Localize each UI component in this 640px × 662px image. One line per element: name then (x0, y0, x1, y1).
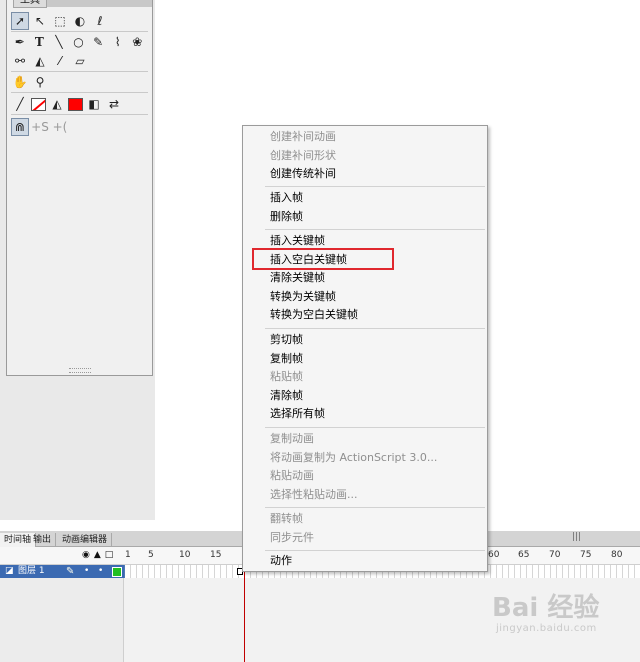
pencil-tool-icon[interactable]: ✎ (89, 33, 107, 51)
ruler-number: 75 (580, 550, 592, 560)
tool-row-options: ⋒ +S +( (11, 117, 148, 137)
menu-item-paste-frames: 粘贴帧 (270, 370, 303, 383)
visibility-dot[interactable]: • (84, 565, 89, 578)
menu-item-remove-frames[interactable]: 删除帧 (243, 208, 487, 227)
stroke-color-icon[interactable]: ╱ (11, 95, 29, 113)
swap-colors-icon[interactable]: ⇄ (105, 95, 123, 113)
menu-separator (265, 186, 485, 187)
bone-tool-icon[interactable]: ⚯ (11, 52, 29, 70)
pen-tool-icon[interactable]: ✒ (11, 33, 29, 51)
ruler-number: 5 (148, 550, 154, 560)
oval-tool-icon[interactable]: ○ (70, 33, 88, 51)
3d-rotation-tool-icon[interactable]: ◐ (71, 12, 89, 30)
frame-context-menu: 创建补间动画 创建补间形状 创建传统补间 插入帧 删除帧 插入关键帧 插入空白关… (242, 125, 488, 572)
baidu-jingyan-watermark: Bai 经验 jingyan.baidu.com (492, 593, 599, 634)
menu-separator (265, 507, 485, 508)
tool-row-selection: ➚ ↖ ⬚ ◐ ℓ (11, 11, 148, 32)
watermark-url: jingyan.baidu.com (496, 623, 597, 634)
menu-item-copy-frames[interactable]: 复制帧 (243, 350, 487, 369)
menu-item-create-classic-tween[interactable]: 创建传统补间 (243, 165, 487, 184)
layer-name[interactable]: 图层 1 (18, 565, 45, 578)
ruler-number: 10 (179, 550, 191, 560)
brush-tool-icon[interactable]: ⌇ (109, 33, 127, 51)
pencil-edit-icon: ✎ (66, 566, 75, 577)
menu-separator (265, 328, 485, 329)
menu-item-synchronize-symbols: 同步元件 (270, 530, 314, 544)
ruler-number: 80 (611, 550, 623, 560)
paint-bucket-tool-icon[interactable]: ◭ (31, 52, 49, 70)
fill-color-swatch[interactable] (68, 97, 83, 111)
ruler-number: 15 (210, 550, 222, 560)
layer-list-empty (0, 578, 124, 662)
menu-group-motion: 复制动画 将动画复制为 ActionScript 3.0... 粘贴动画 选择性… (243, 430, 487, 504)
eraser-tool-icon[interactable]: ▱ (71, 52, 89, 70)
watermark-logo: Bai 经验 (492, 593, 600, 623)
menu-item-select-all-frames[interactable]: 选择所有帧 (243, 405, 487, 424)
smooth-icon: +S (31, 120, 49, 134)
free-transform-tool-icon[interactable]: ⬚ (51, 12, 69, 30)
hand-tool-icon[interactable]: ✋ (11, 73, 29, 91)
menu-item-actions[interactable]: 动作 (243, 552, 487, 571)
menu-separator (265, 427, 485, 428)
menu-item-convert-to-keyframes[interactable]: 转换为关键帧 (243, 288, 487, 307)
menu-item-copy-motion: 复制动画 (270, 432, 314, 445)
ruler-number: 65 (518, 550, 530, 560)
tab-output[interactable]: 输出 (29, 533, 57, 547)
menu-item-reverse-frames: 翻转帧 (270, 512, 303, 525)
snap-to-objects-icon[interactable]: ⋒ (11, 118, 29, 136)
tools-panel-titlebar[interactable] (43, 0, 152, 7)
menu-group-frames: 插入帧 删除帧 (243, 189, 487, 226)
tools-panel-title[interactable]: 工具 (13, 0, 47, 8)
menu-group-actions: 动作 (243, 552, 487, 571)
menu-item-clear-keyframe[interactable]: 清除关键帧 (243, 269, 487, 288)
eye-icon[interactable]: ◉ (82, 550, 90, 560)
selection-tool-icon[interactable]: ➚ (11, 12, 29, 30)
menu-group-clipboard: 剪切帧 复制帧 粘贴帧 清除帧 选择所有帧 (243, 331, 487, 424)
straighten-icon: +( (52, 120, 68, 134)
menu-item-create-motion-tween: 创建补间动画 (270, 130, 336, 143)
ruler-number: 1 (125, 550, 131, 560)
menu-item-paste-motion-special: 选择性粘贴动画... (270, 487, 358, 501)
eyedropper-tool-icon[interactable]: ⁄ (51, 52, 69, 70)
menu-item-clear-frames[interactable]: 清除帧 (243, 387, 487, 406)
panel-resize-grip[interactable] (68, 368, 91, 373)
stroke-color-swatch[interactable] (31, 97, 46, 111)
menu-group-keyframes: 插入关键帧 插入空白关键帧 清除关键帧 转换为关键帧 转换为空白关键帧 (243, 232, 487, 325)
tool-row-view: ✋ ⚲ (11, 72, 148, 93)
zoom-tool-icon[interactable]: ⚲ (31, 73, 49, 91)
deco-tool-icon[interactable]: ❀ (128, 33, 146, 51)
text-tool-icon[interactable]: T (31, 33, 49, 51)
line-tool-icon[interactable]: ╲ (50, 33, 68, 51)
menu-separator (265, 550, 485, 551)
menu-item-copy-motion-as-as3: 将动画复制为 ActionScript 3.0... (270, 450, 438, 464)
layer-row-label[interactable]: ◪ 图层 1 ✎ • • (0, 565, 124, 578)
lock-dot[interactable]: • (98, 565, 103, 578)
menu-item-create-shape-tween: 创建补间形状 (270, 148, 336, 162)
menu-separator (265, 229, 485, 230)
panel-grip-icon[interactable]: ||| (572, 532, 581, 542)
tool-row-colors: ╱ ◭ ◧ ⇄ (11, 94, 148, 115)
tool-row-paint: ⚯ ◭ ⁄ ▱ (11, 51, 148, 72)
tool-row-drawing: ✒ T ╲ ○ ✎ ⌇ ❀ (11, 32, 148, 52)
highlight-annotation-box (252, 248, 394, 270)
menu-item-insert-frame[interactable]: 插入帧 (243, 189, 487, 208)
outline-color-swatch[interactable] (112, 567, 122, 577)
fill-color-icon[interactable]: ◭ (48, 95, 66, 113)
tab-motion-editor[interactable]: 动画编辑器 (58, 533, 113, 547)
menu-item-paste-motion: 粘贴动画 (270, 469, 314, 482)
menu-item-cut-frames[interactable]: 剪切帧 (243, 331, 487, 350)
lasso-tool-icon[interactable]: ℓ (91, 12, 109, 30)
ruler-number: 70 (549, 550, 561, 560)
tools-panel: 工具 ➚ ↖ ⬚ ◐ ℓ ✒ T ╲ ○ ✎ ⌇ ❀ ⚯ ◭ ⁄ ▱ ✋ ⚲ ╱… (6, 0, 153, 376)
lock-icon[interactable]: ▲ (94, 550, 101, 560)
black-white-icon[interactable]: ◧ (85, 95, 103, 113)
menu-group-tween: 创建补间动画 创建补间形状 创建传统补间 (243, 128, 487, 184)
layer-toggles: ◉ ▲ □ (82, 550, 113, 560)
menu-group-reverse: 翻转帧 同步元件 (243, 510, 487, 547)
subselection-tool-icon[interactable]: ↖ (31, 12, 49, 30)
menu-item-convert-to-blank-keyframes[interactable]: 转换为空白关键帧 (243, 306, 487, 325)
ruler-number: 60 (488, 550, 500, 560)
layer-icon: ◪ (5, 566, 14, 576)
outline-icon[interactable]: □ (105, 550, 114, 560)
